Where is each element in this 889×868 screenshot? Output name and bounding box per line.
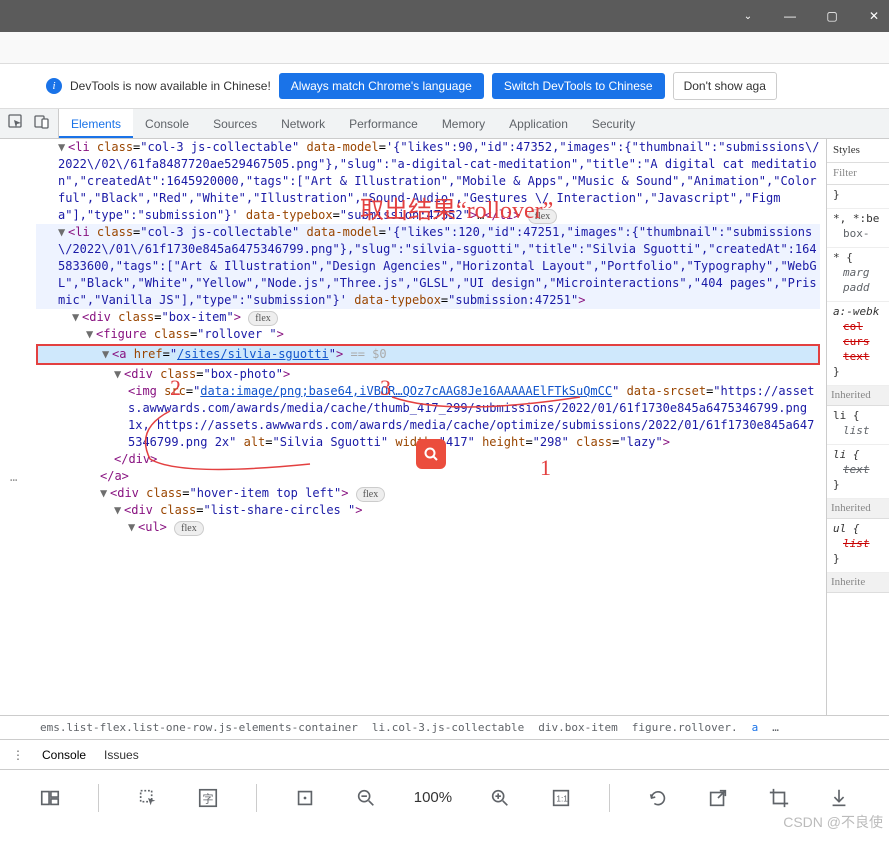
tab-security[interactable]: Security bbox=[580, 109, 647, 138]
zoom-out-icon[interactable] bbox=[354, 786, 378, 810]
breadcrumbs[interactable]: ems.list-flex.list-one-row.js-elements-c… bbox=[0, 715, 889, 739]
flex-badge[interactable]: flex bbox=[174, 521, 204, 536]
watermark: CSDN @不良使 bbox=[783, 812, 883, 832]
inspect-icon[interactable] bbox=[8, 114, 24, 133]
dom-node-ul[interactable]: ▼<ul> flex bbox=[36, 519, 820, 536]
style-rule[interactable]: ul {list} bbox=[827, 519, 889, 573]
bc-item-selected[interactable]: a bbox=[752, 721, 759, 734]
tab-sources[interactable]: Sources bbox=[201, 109, 269, 138]
download-icon[interactable] bbox=[827, 786, 851, 810]
styles-filter[interactable]: Filter bbox=[827, 163, 889, 185]
style-rule[interactable]: li {text} bbox=[827, 445, 889, 499]
blank-strip bbox=[0, 32, 889, 64]
rotate-icon[interactable] bbox=[646, 786, 670, 810]
device-icon[interactable] bbox=[34, 114, 50, 133]
drawer-menu-icon[interactable]: ⋮ bbox=[12, 748, 24, 762]
style-rule[interactable]: a:-webkcolcurstext} bbox=[827, 302, 889, 386]
search-badge-icon[interactable] bbox=[416, 439, 446, 469]
bc-more[interactable]: … bbox=[772, 721, 779, 734]
svg-text:1:1: 1:1 bbox=[556, 794, 568, 803]
dom-node-figure[interactable]: ▼<figure class="rollover "> bbox=[36, 326, 820, 343]
ocr-icon[interactable]: 字 bbox=[196, 786, 220, 810]
tab-memory[interactable]: Memory bbox=[430, 109, 497, 138]
zoom-level[interactable]: 100% bbox=[414, 789, 452, 806]
open-external-icon[interactable] bbox=[706, 786, 730, 810]
tabs-left-tools bbox=[0, 109, 59, 138]
main-panels: ⋯ ▼<li class="col-3 js-collectable" data… bbox=[0, 139, 889, 715]
switch-chinese-button[interactable]: Switch DevTools to Chinese bbox=[492, 73, 665, 99]
inherited-label: Inherited bbox=[827, 386, 889, 406]
style-rule[interactable]: * {margpadd bbox=[827, 248, 889, 302]
tab-network[interactable]: Network bbox=[269, 109, 337, 138]
tab-performance[interactable]: Performance bbox=[337, 109, 430, 138]
tab-console[interactable]: Console bbox=[133, 109, 201, 138]
style-rule[interactable]: li {list bbox=[827, 406, 889, 445]
flex-badge[interactable]: flex bbox=[528, 209, 558, 224]
actual-size-icon[interactable]: 1:1 bbox=[549, 786, 573, 810]
dom-close-a[interactable]: </a> bbox=[36, 468, 820, 485]
inherited-label: Inherited bbox=[827, 499, 889, 519]
styles-tab[interactable]: Styles bbox=[827, 139, 889, 163]
devtools-tabs: Elements Console Sources Network Perform… bbox=[0, 109, 889, 139]
styles-pane[interactable]: Styles Filter } *, *:bebox- * {margpadd … bbox=[827, 139, 889, 715]
gutter: ⋯ bbox=[0, 139, 36, 715]
dom-node-box-photo[interactable]: ▼<div class="box-photo"> bbox=[36, 366, 820, 383]
flex-badge[interactable]: flex bbox=[356, 487, 386, 502]
dom-node-anchor-selected[interactable]: ▼<a href="/sites/silvia-sguotti"> == $0 bbox=[36, 344, 820, 365]
inherited-label: Inherite bbox=[827, 573, 889, 593]
crop-icon[interactable] bbox=[767, 786, 791, 810]
style-rule[interactable]: } bbox=[827, 185, 889, 209]
bc-item[interactable]: li.col-3.js-collectable bbox=[372, 721, 524, 734]
select-icon[interactable] bbox=[136, 786, 160, 810]
tab-elements[interactable]: Elements bbox=[59, 109, 133, 138]
bottom-toolbar: 字 100% 1:1 bbox=[0, 769, 889, 825]
bc-item[interactable]: div.box-item bbox=[538, 721, 617, 734]
console-drawer: ⋮ Console Issues bbox=[0, 739, 889, 769]
bc-item[interactable]: figure.rollover. bbox=[632, 721, 738, 734]
zoom-in-icon[interactable] bbox=[488, 786, 512, 810]
minimize-button[interactable]: — bbox=[783, 9, 797, 23]
close-button[interactable]: ✕ bbox=[867, 9, 881, 23]
dom-node-list-share[interactable]: ▼<div class="list-share-circles "> bbox=[36, 502, 820, 519]
dom-node-box-item[interactable]: ▼<div class="box-item"> flex bbox=[36, 309, 820, 326]
elements-dom-pane[interactable]: ⋯ ▼<li class="col-3 js-collectable" data… bbox=[0, 139, 827, 715]
tab-application[interactable]: Application bbox=[497, 109, 580, 138]
layout-icon[interactable] bbox=[38, 786, 62, 810]
infobar-message: DevTools is now available in Chinese! bbox=[70, 79, 271, 93]
always-match-button[interactable]: Always match Chrome's language bbox=[279, 73, 484, 99]
drawer-tab-issues[interactable]: Issues bbox=[104, 748, 139, 762]
fit-icon[interactable] bbox=[293, 786, 317, 810]
dom-node-li-2[interactable]: ▼<li class="col-3 js-collectable" data-m… bbox=[36, 224, 820, 309]
flex-badge[interactable]: flex bbox=[248, 311, 278, 326]
dom-node-hover-item[interactable]: ▼<div class="hover-item top left"> flex bbox=[36, 485, 820, 502]
restore-down-icon[interactable]: ⌄ bbox=[741, 11, 755, 22]
bc-item[interactable]: ems.list-flex.list-one-row.js-elements-c… bbox=[40, 721, 358, 734]
dont-show-button[interactable]: Don't show aga bbox=[673, 72, 777, 100]
language-infobar: i DevTools is now available in Chinese! … bbox=[0, 64, 889, 109]
gutter-dots-icon: ⋯ bbox=[10, 472, 17, 489]
svg-text:字: 字 bbox=[202, 791, 213, 805]
window-titlebar: ⌄ — ▢ ✕ bbox=[0, 0, 889, 32]
style-rule[interactable]: *, *:bebox- bbox=[827, 209, 889, 248]
drawer-tab-console[interactable]: Console bbox=[42, 748, 86, 762]
maximize-button[interactable]: ▢ bbox=[825, 9, 839, 23]
info-icon: i bbox=[46, 78, 62, 94]
dom-node-li-1[interactable]: ▼<li class="col-3 js-collectable" data-m… bbox=[36, 139, 820, 224]
